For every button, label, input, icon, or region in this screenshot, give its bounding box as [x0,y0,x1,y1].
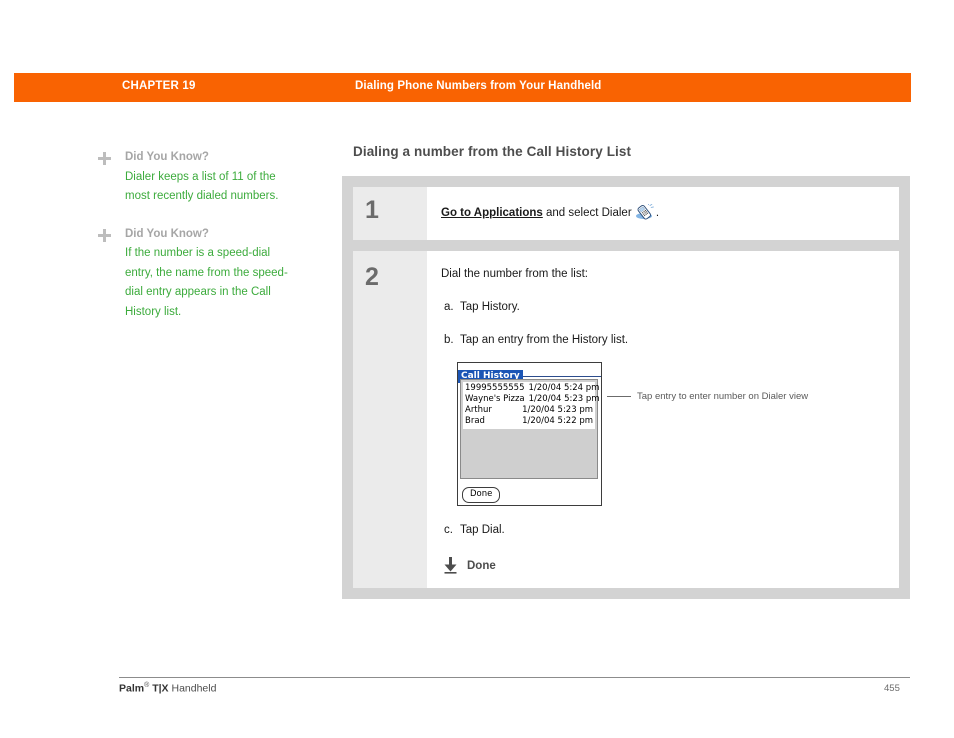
call-history-list[interactable]: 19995555555 1/20/04 5:24 pm Wayne's Pizz… [460,379,600,479]
footer-model: T|X [149,682,169,695]
chapter-header-bar: CHAPTER 19 Dialing Phone Numbers from Yo… [14,73,911,102]
call-entry-name: Brad [465,416,485,426]
tip-title: Did You Know? [125,151,209,163]
section-heading: Dialing a number from the Call History L… [353,144,632,159]
step-body: Dial the number from the list: a. Tap His… [427,251,899,588]
substep-text: Tap an entry from the History list. [460,334,629,346]
step-text-end: . [655,207,660,219]
footer-brand: Palm® T|X Handheld [119,682,216,695]
down-arrow-to-bar-icon [443,557,458,574]
substep-text: Tap Dial. [460,524,505,536]
callout-leader-line [607,396,631,397]
device-screen: Call History 19995555555 1/20/04 5:24 pm… [457,362,602,506]
substep-a: a. Tap History. [441,299,885,316]
step-row: 1 Go to Applications and select Dialer . [353,187,899,240]
call-entry-time: 1/20/04 5:23 pm [522,405,593,415]
call-history-screenshot: Call History 19995555555 1/20/04 5:24 pm… [457,362,808,506]
call-history-titlebar: Call History [458,363,601,383]
step-intro: Dial the number from the list: [441,268,589,280]
list-item[interactable]: Wayne's Pizza 1/20/04 5:23 pm [465,394,600,405]
steps-container: 1 Go to Applications and select Dialer .… [342,176,910,599]
chapter-title-label: Dialing Phone Numbers from Your Handheld [355,80,602,92]
done-marker: Done [441,557,885,574]
call-history-footer: Done [460,481,598,503]
call-entry-time: 1/20/04 5:22 pm [522,416,593,426]
tip-body: If the number is a speed-dial entry, the… [125,247,288,318]
page-number: 455 [884,683,900,694]
list-item[interactable]: Arthur 1/20/04 5:23 pm [465,405,593,416]
done-button[interactable]: Done [462,487,501,503]
main-content: Dialing a number from the Call History L… [353,144,913,177]
substep-text: Tap History. [460,301,520,313]
list-item[interactable]: Brad 1/20/04 5:22 pm [465,416,593,427]
step-instruction: Go to Applications and select Dialer . [441,202,885,222]
substep-letter: c. [444,524,453,536]
tip-item: Did You Know? Dialer keeps a list of 11 … [98,148,288,207]
call-history-list-inner: 19995555555 1/20/04 5:24 pm Wayne's Pizz… [463,382,600,429]
substep-letter: a. [444,301,454,313]
step-number: 2 [353,251,427,588]
call-entry-name: Wayne's Pizza [465,394,525,404]
tip-body: Dialer keeps a list of 11 of the most re… [125,170,279,203]
call-entry-time: 1/20/04 5:23 pm [528,394,600,404]
substep-b: b. Tap an entry from the History list. [441,332,885,349]
substep-c: c. Tap Dial. [441,522,885,539]
step-number: 1 [353,187,427,240]
step-body: Go to Applications and select Dialer . [427,187,899,240]
call-entry-name: Arthur [465,405,492,415]
go-to-applications-link[interactable]: Go to Applications [441,207,543,219]
call-entry-time: 1/20/04 5:24 pm [528,383,600,393]
step-row: 2 Dial the number from the list: a. Tap H… [353,251,899,588]
footer-divider [119,677,910,678]
done-label: Done [467,559,496,572]
sidebar-tips: Did You Know? Dialer keeps a list of 11 … [98,148,288,340]
tip-item: Did You Know? If the number is a speed-d… [98,225,288,323]
footer-brand-name: Palm [119,682,145,695]
substep-letter: b. [444,334,454,346]
plus-icon [98,228,111,242]
plus-icon [98,152,111,165]
chapter-number-label: CHAPTER 19 [122,80,196,92]
list-item[interactable]: 19995555555 1/20/04 5:24 pm [465,383,599,394]
callout-annotation: Tap entry to enter number on Dialer view [607,391,808,402]
footer-product: Handheld [168,682,217,695]
tip-title: Did You Know? [125,227,209,240]
dialer-phone-icon [635,202,656,220]
step-text-rest: and select Dialer [542,207,635,219]
callout-text: Tap entry to enter number on Dialer view [637,391,809,402]
call-entry-name: 19995555555 [465,383,525,393]
